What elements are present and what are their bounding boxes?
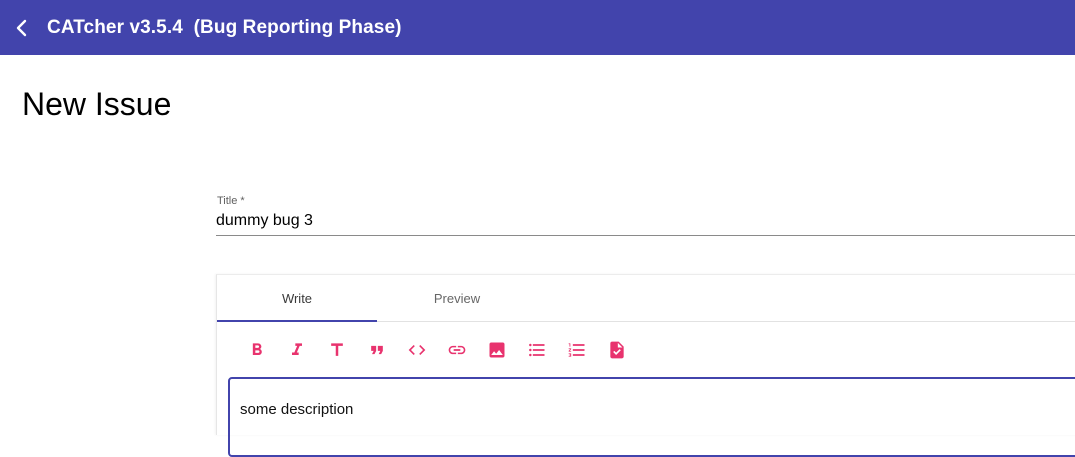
app-toolbar: CATcher v3.5.4 (Bug Reporting Phase) [0, 0, 1075, 55]
bold-icon [252, 343, 262, 355]
link-icon [448, 345, 466, 355]
tab-preview[interactable]: Preview [377, 275, 537, 321]
description-text: some description [240, 401, 354, 418]
editor-tabs: Write Preview [217, 275, 1075, 322]
code-button[interactable] [397, 330, 437, 370]
title-field-label: Title * [217, 195, 245, 207]
italic-icon [292, 343, 302, 355]
bulleted-list-icon [529, 343, 545, 357]
heading-button[interactable] [317, 330, 357, 370]
title-underline [216, 235, 1075, 236]
page-title: New Issue [22, 86, 172, 122]
bold-button[interactable] [237, 330, 277, 370]
formatting-toolbar [217, 322, 1075, 378]
image-icon [489, 342, 505, 358]
image-button[interactable] [477, 330, 517, 370]
app-title: CATcher v3.5.4 (Bug Reporting Phase) [47, 16, 402, 38]
task-list-icon [610, 341, 624, 359]
issue-form: Title * [216, 195, 1075, 236]
heading-icon [331, 343, 343, 356]
chevron-left-icon [16, 19, 27, 36]
quote-icon [371, 345, 383, 355]
quote-button[interactable] [357, 330, 397, 370]
bulleted-list-button[interactable] [517, 330, 557, 370]
numbered-list-icon [568, 343, 585, 357]
back-button[interactable] [0, 0, 44, 55]
description-textarea[interactable]: some description [228, 377, 1075, 457]
task-list-button[interactable] [597, 330, 637, 370]
tab-write[interactable]: Write [217, 275, 377, 322]
italic-button[interactable] [277, 330, 317, 370]
description-editor: Write Preview some description [216, 274, 1075, 457]
title-input[interactable] [216, 212, 1075, 235]
numbered-list-button[interactable] [557, 330, 597, 370]
link-button[interactable] [437, 330, 477, 370]
code-icon [408, 345, 426, 355]
